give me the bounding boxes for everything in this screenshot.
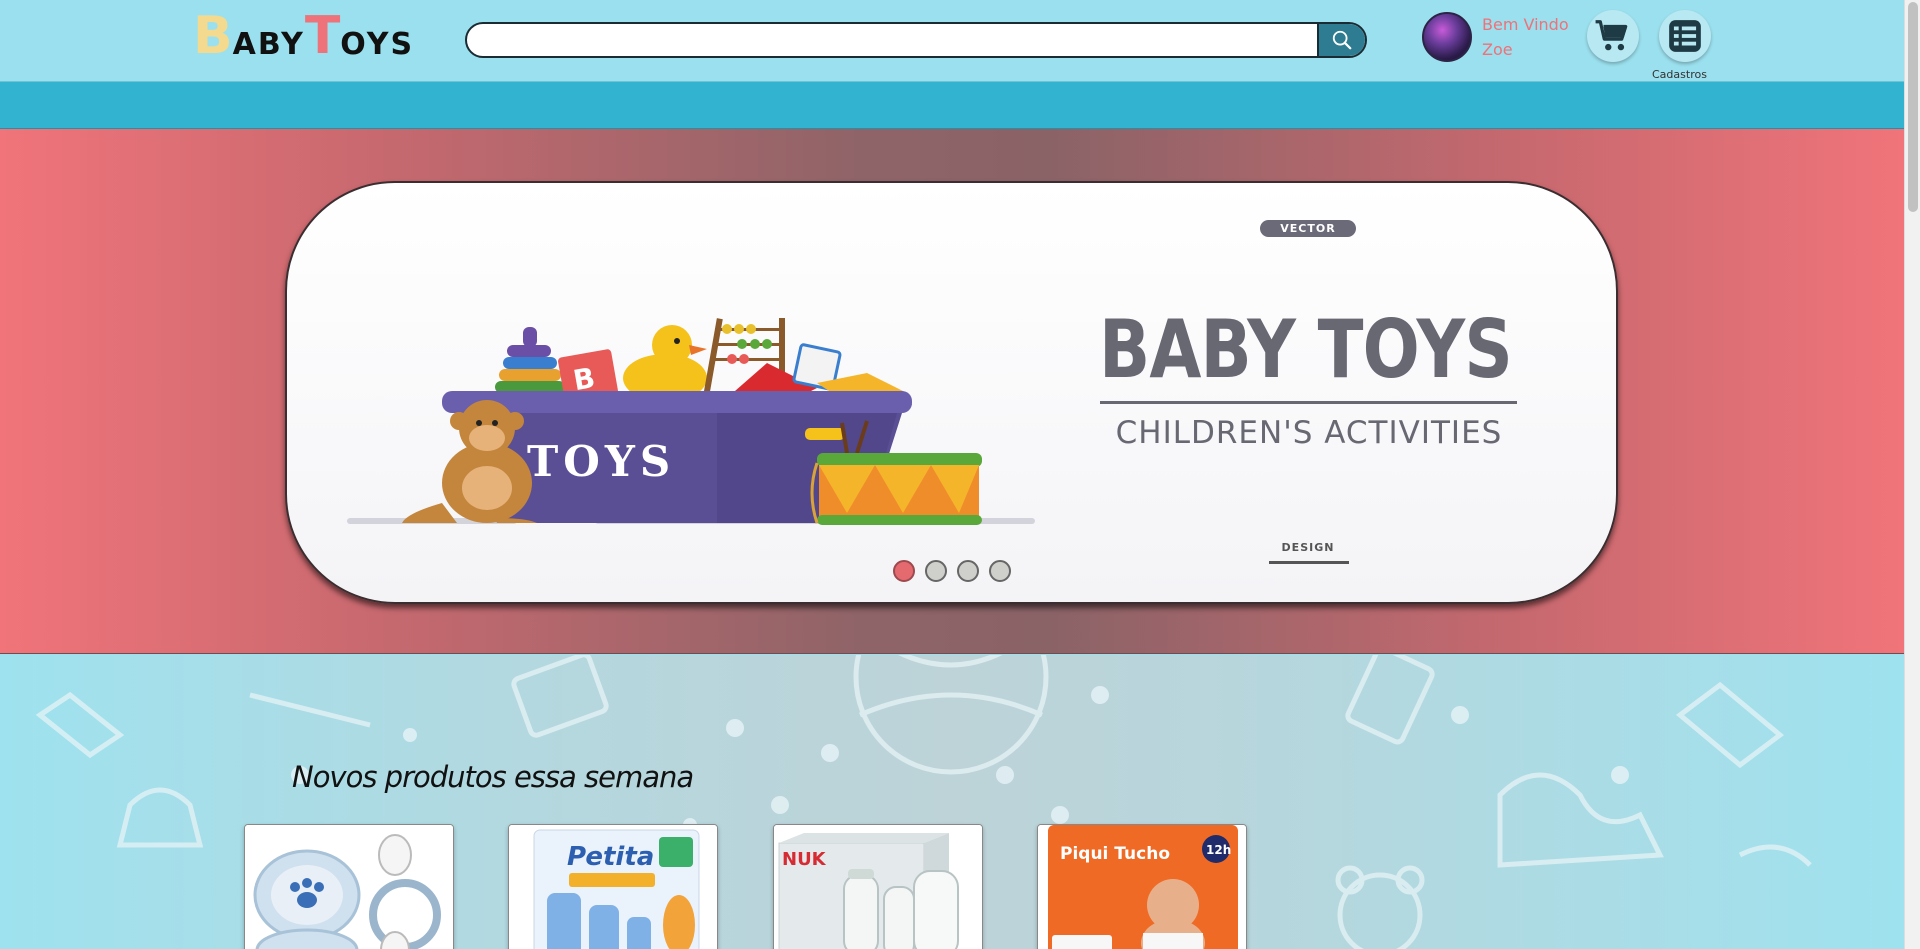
product-card-bottle-kit[interactable]: Petita	[508, 824, 718, 949]
nuk-brand-label: NUK	[782, 849, 827, 870]
page-scrollbar[interactable]	[1904, 0, 1920, 949]
scrollbar-thumb[interactable]	[1908, 2, 1918, 212]
welcome-greeting: Bem Vindo	[1482, 15, 1569, 34]
pacifier-image	[245, 825, 453, 949]
list-icon	[1669, 20, 1701, 52]
search-input[interactable]	[467, 24, 1317, 56]
diaper-brand-label: Piqui Tucho	[1060, 844, 1170, 864]
welcome-text: Bem Vindo Zoe	[1482, 12, 1569, 62]
user-panel[interactable]: Bem Vindo Zoe	[1422, 12, 1569, 62]
logo-t-letter: T	[304, 6, 341, 66]
registrations-button[interactable]	[1659, 10, 1711, 62]
bottle-kit-brand: Petita	[567, 842, 654, 872]
logo-b-letter: B	[193, 6, 233, 66]
svg-text:12h: 12h	[1206, 843, 1231, 857]
carousel-dots	[893, 560, 1011, 582]
product-card-nuk-bottles[interactable]: NUK	[773, 824, 983, 949]
avatar[interactable]	[1422, 12, 1472, 62]
product-card-pacifier[interactable]	[244, 824, 454, 949]
bottle-kit-image: Petita	[509, 825, 717, 949]
carousel-dot-2[interactable]	[925, 560, 947, 582]
design-tag: DESIGN	[1281, 541, 1335, 554]
search-button[interactable]	[1317, 24, 1365, 56]
title-divider	[1100, 401, 1517, 404]
vector-tag: VECTOR	[1260, 220, 1356, 237]
header: B ABY T OYS Bem Vindo Zoe Cadastros	[0, 0, 1904, 82]
search-bar	[465, 22, 1367, 58]
carousel-dot-4[interactable]	[989, 560, 1011, 582]
nuk-bottles-image: NUK	[774, 825, 982, 949]
toy-box-illustration: B TOYS	[347, 318, 1035, 525]
registrations-label[interactable]: Cadastros	[1652, 68, 1707, 81]
carousel-dot-3[interactable]	[957, 560, 979, 582]
banner-carousel[interactable]: B TOYS VECTOR BABY TOYS CHILDREN'S ACTIV…	[285, 181, 1618, 604]
logo-oys: OYS	[340, 27, 415, 62]
site-logo[interactable]: B ABY T OYS	[193, 6, 415, 66]
carousel-dot-1[interactable]	[893, 560, 915, 582]
welcome-username: Zoe	[1482, 40, 1513, 59]
section-title: Novos produtos essa semana	[292, 760, 694, 794]
cart-icon	[1595, 20, 1628, 51]
design-divider	[1269, 561, 1349, 564]
banner-title: BABY TOYS	[1099, 303, 1513, 396]
logo-aby: ABY	[232, 27, 305, 62]
banner-subtitle: CHILDREN'S ACTIVITIES	[1115, 415, 1503, 451]
toy-box-label: TOYS	[527, 437, 675, 486]
diapers-image: Piqui Tucho 12h	[1038, 825, 1246, 949]
cart-button[interactable]	[1587, 10, 1639, 62]
search-icon	[1332, 30, 1352, 50]
product-card-diapers[interactable]: Piqui Tucho 12h	[1037, 824, 1247, 949]
navigation-bar	[0, 82, 1904, 129]
